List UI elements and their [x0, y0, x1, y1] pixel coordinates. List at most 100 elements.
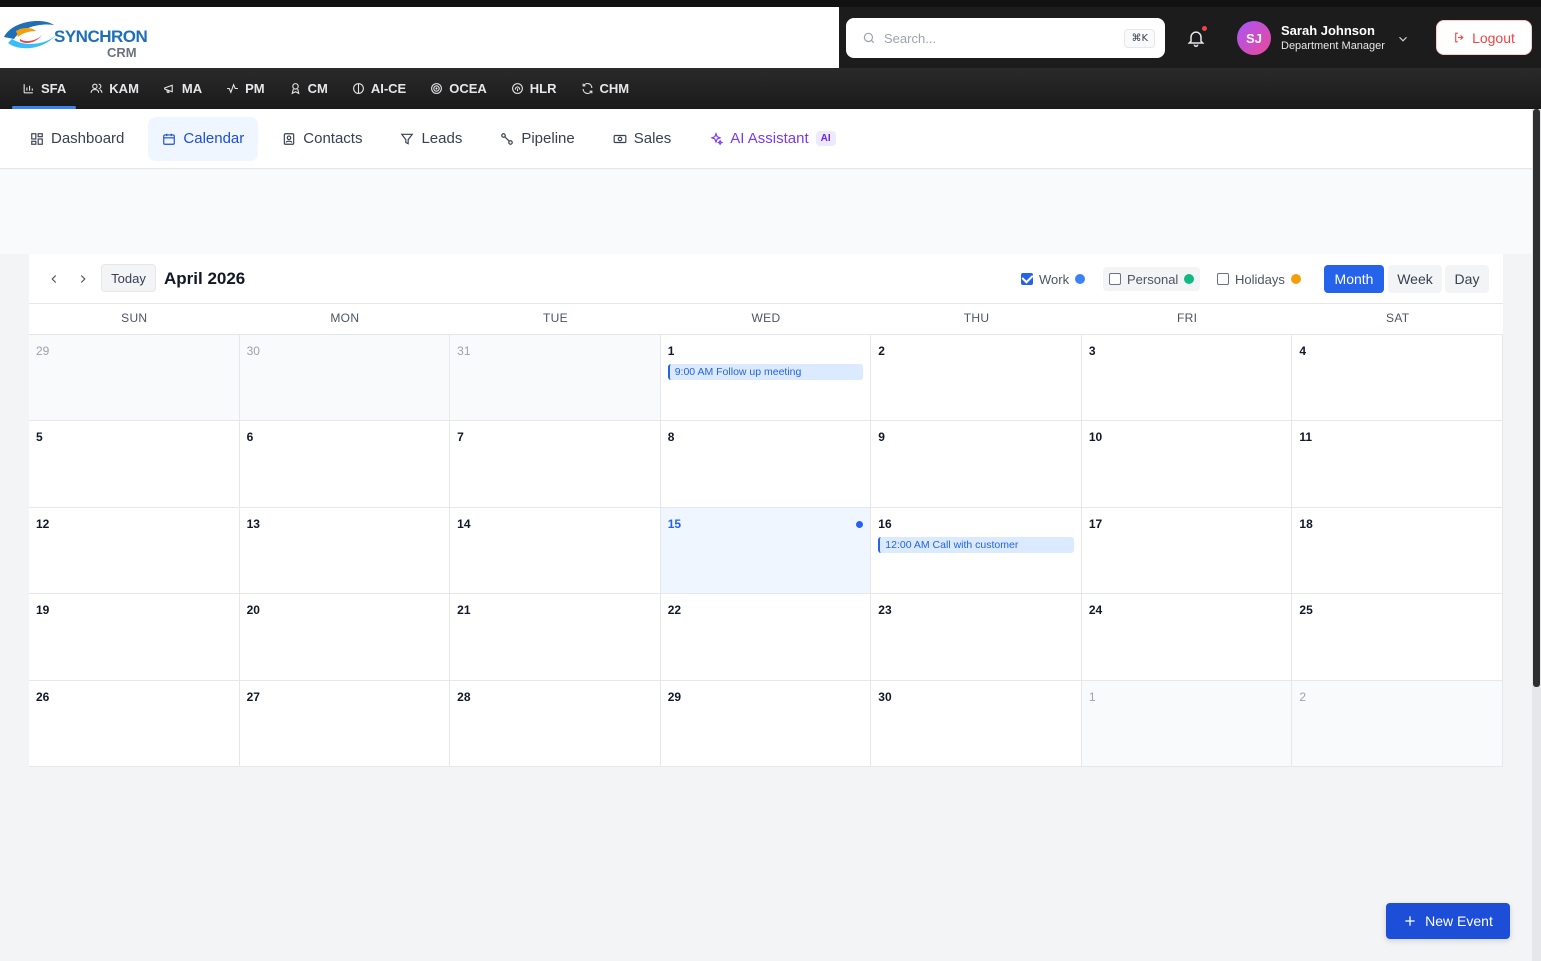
module-sfa[interactable]: SFA	[12, 68, 77, 109]
day-number: 12	[36, 516, 50, 531]
day-cell[interactable]: 13	[239, 507, 451, 595]
tab-pipeline[interactable]: Pipeline	[486, 117, 588, 161]
money-icon	[613, 134, 627, 143]
tab-contacts[interactable]: Contacts	[268, 117, 376, 161]
prev-month-button[interactable]	[43, 268, 65, 290]
new-event-label: New Event	[1425, 913, 1493, 929]
module-ai-ce[interactable]: AI-CE	[342, 68, 416, 109]
search-icon	[863, 32, 875, 44]
tab-sales[interactable]: Sales	[599, 117, 686, 161]
day-cell[interactable]: 4	[1292, 335, 1503, 422]
tab-ai-assistant[interactable]: AI Assistant AI	[695, 117, 849, 161]
filter-label: Personal	[1127, 271, 1179, 287]
module-hlr[interactable]: HLR	[501, 68, 567, 109]
day-cell[interactable]: 5	[29, 421, 240, 508]
user-name[interactable]: Sarah Johnson	[1281, 23, 1375, 38]
day-cell[interactable]: 7	[450, 421, 661, 508]
notification-badge	[1201, 25, 1208, 32]
synchron-logo[interactable]: SYNCHRON CRM	[2, 17, 148, 63]
day-cell[interactable]: 23	[871, 594, 1082, 681]
calendar-event[interactable]: 12:00 AM Call with customer	[878, 536, 1074, 553]
day-cell[interactable]: 27	[239, 680, 451, 767]
day-cell[interactable]: 18	[1292, 507, 1503, 595]
day-number: 14	[457, 516, 471, 531]
day-cell-today[interactable]: 15	[660, 507, 872, 595]
day-cell[interactable]: 28	[450, 680, 661, 767]
day-number: 2	[1299, 689, 1307, 704]
view-month-button[interactable]: Month	[1324, 265, 1384, 293]
day-cell[interactable]: 31	[450, 335, 661, 422]
month-grid: 29 30 31 1 9:00 AM Follow up meeting 2 3 4 5 6 7 8 9…	[29, 335, 1503, 767]
module-pm[interactable]: PM	[216, 68, 275, 109]
new-event-button[interactable]: New Event	[1386, 903, 1510, 939]
filter-holidays[interactable]: Holidays	[1211, 267, 1307, 291]
tab-label: Sales	[633, 130, 672, 147]
day-cell[interactable]: 9	[871, 421, 1082, 508]
day-cell[interactable]: 30	[239, 335, 451, 422]
weekday-label: MON	[330, 311, 360, 325]
tab-label: Dashboard	[51, 130, 125, 147]
day-cell[interactable]: 19	[29, 594, 240, 681]
chevron-down-icon[interactable]	[1396, 32, 1410, 46]
module-ma[interactable]: MA	[153, 68, 212, 109]
view-day-button[interactable]: Day	[1445, 265, 1489, 293]
activity-icon	[227, 83, 239, 94]
day-cell[interactable]: 21	[450, 594, 661, 681]
tab-calendar[interactable]: Calendar	[148, 116, 259, 161]
day-number: 16	[878, 516, 892, 531]
today-button[interactable]: Today	[101, 264, 156, 292]
day-cell[interactable]: 10	[1081, 421, 1293, 508]
next-month-button[interactable]	[72, 268, 94, 290]
module-ocea[interactable]: OCEA	[420, 68, 497, 109]
filter-personal[interactable]: Personal	[1103, 267, 1201, 291]
module-label: SFA	[41, 81, 67, 96]
chevron-right-icon	[80, 275, 86, 283]
day-cell[interactable]: 29	[660, 680, 872, 767]
module-nav: SFA KAM MA PM CM AI-CE OCEA HLR CHM	[0, 68, 1541, 109]
search-input[interactable]	[884, 30, 1125, 46]
module-label: OCEA	[449, 81, 487, 96]
day-cell[interactable]: 11	[1292, 421, 1503, 508]
logout-button[interactable]: Logout	[1436, 20, 1532, 55]
day-number: 10	[1088, 430, 1103, 445]
module-kam[interactable]: KAM	[80, 68, 149, 109]
day-number: 24	[1088, 603, 1103, 618]
day-cell[interactable]: 24	[1081, 594, 1293, 681]
day-cell[interactable]: 1 9:00 AM Follow up meeting	[660, 335, 872, 422]
tab-label: Calendar	[183, 130, 245, 147]
day-number: 1	[667, 344, 675, 358]
day-cell[interactable]: 20	[239, 594, 451, 681]
day-cell[interactable]: 26	[29, 680, 240, 767]
day-cell[interactable]: 14	[450, 507, 661, 595]
day-cell[interactable]: 30	[871, 680, 1082, 767]
day-cell[interactable]: 2	[871, 335, 1082, 422]
tab-leads[interactable]: Leads	[386, 117, 476, 161]
day-cell[interactable]: 22	[660, 594, 872, 681]
day-cell[interactable]: 2	[1292, 680, 1503, 767]
filter-work[interactable]: Work	[1015, 267, 1091, 291]
module-cm[interactable]: CM	[279, 68, 338, 109]
work-checkbox[interactable]	[1021, 273, 1033, 285]
calendar-event[interactable]: 9:00 AM Follow up meeting	[667, 364, 864, 380]
holidays-checkbox[interactable]	[1217, 273, 1229, 285]
day-cell[interactable]: 1	[1081, 680, 1293, 767]
month-title: April 2026	[164, 269, 246, 288]
day-cell[interactable]: 6	[239, 421, 451, 508]
day-cell[interactable]: 3	[1081, 335, 1293, 422]
day-cell[interactable]: 25	[1292, 594, 1503, 681]
target-icon	[431, 83, 443, 94]
top-stripe	[0, 0, 1541, 7]
day-cell[interactable]: 17	[1081, 507, 1293, 595]
personal-checkbox[interactable]	[1109, 273, 1121, 285]
global-search[interactable]: ⌘K	[846, 18, 1165, 58]
view-week-button[interactable]: Week	[1388, 265, 1442, 293]
page-scrollbar-thumb[interactable]	[1533, 109, 1540, 687]
plus-icon	[1405, 916, 1415, 926]
avatar[interactable]: SJ	[1237, 21, 1271, 55]
day-cell[interactable]: 12	[29, 507, 240, 595]
module-chm[interactable]: CHM	[571, 68, 640, 109]
day-cell[interactable]: 16 12:00 AM Call with customer	[871, 507, 1082, 595]
tab-dashboard[interactable]: Dashboard	[16, 117, 138, 161]
day-cell[interactable]: 8	[660, 421, 872, 508]
day-cell[interactable]: 29	[29, 335, 240, 422]
